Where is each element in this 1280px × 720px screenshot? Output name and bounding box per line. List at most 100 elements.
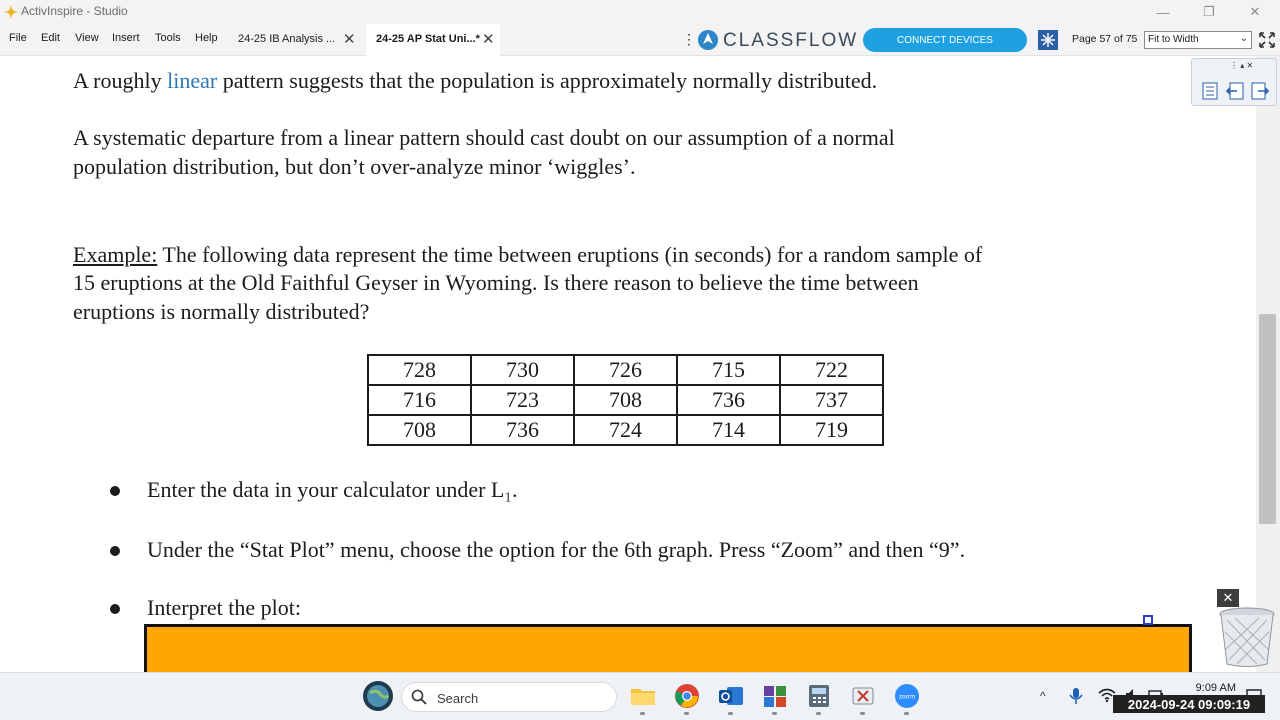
running-indicator (816, 712, 821, 715)
page-indicator: Page 57 of 75 (1072, 33, 1138, 45)
calculator-app-icon[interactable] (806, 683, 832, 709)
zoom-select-value: Fit to Width (1148, 34, 1199, 45)
next-page-icon[interactable] (1250, 81, 1270, 101)
running-indicator (728, 712, 733, 715)
table-row: 716 723 708 736 737 (367, 384, 884, 416)
menu-tools[interactable]: Tools (155, 32, 181, 44)
network-devices-icon[interactable] (1038, 30, 1058, 50)
table-cell: 723 (470, 384, 575, 416)
tab-ib-analysis[interactable]: 24-25 IB Analysis ... ✕ (228, 24, 362, 56)
recording-timestamp: 2024-09-24 09:09:19 (1113, 695, 1265, 713)
trash-can-icon[interactable] (1217, 606, 1277, 668)
file-explorer-icon[interactable] (630, 683, 656, 709)
table-row: 708 736 724 714 719 (367, 414, 884, 446)
instruction-stat-plot: Under the “Stat Plot” menu, choose the o… (147, 537, 966, 562)
menu-view[interactable]: View (75, 32, 99, 44)
resize-handle-icon[interactable] (1143, 615, 1153, 625)
chevron-down-icon: ⌄ (1239, 33, 1248, 44)
restore-icon: ❐ (1203, 4, 1215, 19)
eruption-data-table: 728 730 726 715 722 716 723 708 736 737 … (367, 354, 884, 446)
table-cell: 708 (367, 414, 472, 446)
text-run: A roughly (73, 68, 168, 93)
table-cell: 708 (573, 384, 678, 416)
page-list-icon[interactable] (1200, 81, 1220, 101)
tab-close-icon[interactable]: ✕ (343, 30, 356, 48)
table-cell: 722 (779, 354, 884, 386)
bullet-icon (110, 486, 120, 496)
running-indicator (684, 712, 689, 715)
table-cell: 728 (367, 354, 472, 386)
scrollbar-thumb[interactable] (1259, 314, 1276, 524)
timestamp-text: 2024-09-24 09:09:19 (1127, 696, 1251, 712)
example-line3: eruptions is normally distributed? (73, 299, 370, 324)
menu-insert[interactable]: Insert (112, 32, 140, 44)
connect-devices-button[interactable]: CONNECT DEVICES (863, 28, 1027, 52)
running-indicator (904, 712, 909, 715)
close-window-button[interactable]: ✕ (1232, 0, 1278, 24)
flipchart-page[interactable]: A roughly linear pattern suggests that t… (0, 56, 1256, 672)
table-cell: 737 (779, 384, 884, 416)
search-icon (411, 689, 427, 705)
paragraph-departure-line2: population distribution, but don’t over-… (73, 154, 636, 179)
running-indicator (860, 712, 865, 715)
zoom-select[interactable]: Fit to Width ⌄ (1144, 31, 1252, 49)
table-row: 728 730 726 715 722 (367, 354, 884, 386)
minimize-button[interactable]: — (1140, 0, 1186, 24)
snipping-tool-icon[interactable] (850, 683, 876, 709)
taskbar-clock[interactable]: 9:09 AM (1180, 682, 1236, 694)
menu-help[interactable]: Help (195, 32, 218, 44)
instruction-interpret: Interpret the plot: (147, 595, 301, 620)
outlook-icon[interactable] (718, 683, 744, 709)
close-icon: ✕ (1249, 4, 1261, 19)
menu-bar: File Edit View Insert Tools Help 24-25 I… (0, 24, 1280, 56)
tab-close-icon[interactable]: ✕ (482, 30, 495, 48)
table-cell: 736 (470, 414, 575, 446)
example-label: Example: (73, 242, 158, 267)
window-title: ActivInspire - Studio (21, 4, 128, 18)
bullet-icon (110, 604, 120, 614)
menu-edit[interactable]: Edit (41, 32, 60, 44)
trash-close-button[interactable]: ✕ (1217, 589, 1239, 607)
start-globe-icon[interactable] (362, 680, 394, 712)
linear-link[interactable]: linear (167, 68, 217, 93)
paragraph-departure-line1: A systematic departure from a linear pat… (73, 125, 895, 150)
taskbar-search[interactable]: Search (401, 682, 617, 712)
running-indicator (640, 712, 645, 715)
microphone-icon[interactable] (1068, 687, 1084, 705)
table-cell: 716 (367, 384, 472, 416)
table-cell: 736 (676, 384, 781, 416)
menu-file[interactable]: File (9, 32, 27, 44)
text-run: The following data represent the time be… (157, 242, 983, 267)
table-cell: 724 (573, 414, 678, 446)
more-options-icon[interactable]: ⋮ (682, 31, 696, 48)
connect-devices-label: CONNECT DEVICES (897, 34, 993, 46)
table-cell: 730 (470, 354, 575, 386)
bullet-icon (110, 546, 120, 556)
table-cell: 719 (779, 414, 884, 446)
zoom-app-icon[interactable]: zoom (894, 683, 920, 709)
restore-button[interactable]: ❐ (1186, 0, 1232, 24)
screen: ActivInspire - Studio — ❐ ✕ File Edit Vi… (0, 0, 1280, 720)
teams-like-app-icon[interactable] (762, 683, 788, 709)
table-cell: 726 (573, 354, 678, 386)
tray-chevron-icon[interactable]: ^ (1040, 689, 1046, 703)
fullscreen-icon[interactable] (1258, 31, 1276, 49)
close-icon: ✕ (1222, 590, 1234, 605)
minimize-icon: — (1156, 4, 1170, 20)
page-tools-panel: ⋮ ▴ ✕ (1191, 58, 1277, 106)
classflow-logo-icon[interactable] (697, 29, 719, 51)
panel-controls[interactable]: ⋮ ▴ ✕ (1230, 61, 1253, 70)
text-run: pattern suggests that the population is … (217, 68, 878, 93)
taskbar: Search zoom ^ 9:09 AM 2024-09-24 09:09:1… (0, 672, 1280, 720)
tab-ap-stat[interactable]: 24-25 AP Stat Uni...* ✕ (366, 24, 500, 56)
classflow-brand[interactable]: CLASSFLOW (723, 30, 858, 52)
chrome-icon[interactable] (674, 683, 700, 709)
example-line1: Example: The following data represent th… (73, 242, 982, 268)
activinspire-app-icon (4, 5, 18, 19)
svg-text:zoom: zoom (899, 694, 915, 701)
answer-cover-box[interactable] (144, 624, 1192, 672)
previous-page-icon[interactable] (1225, 81, 1245, 101)
table-cell: 714 (676, 414, 781, 446)
paragraph-linear-pattern: A roughly linear pattern suggests that t… (73, 68, 877, 94)
title-bar: ActivInspire - Studio — ❐ ✕ (0, 0, 1280, 24)
